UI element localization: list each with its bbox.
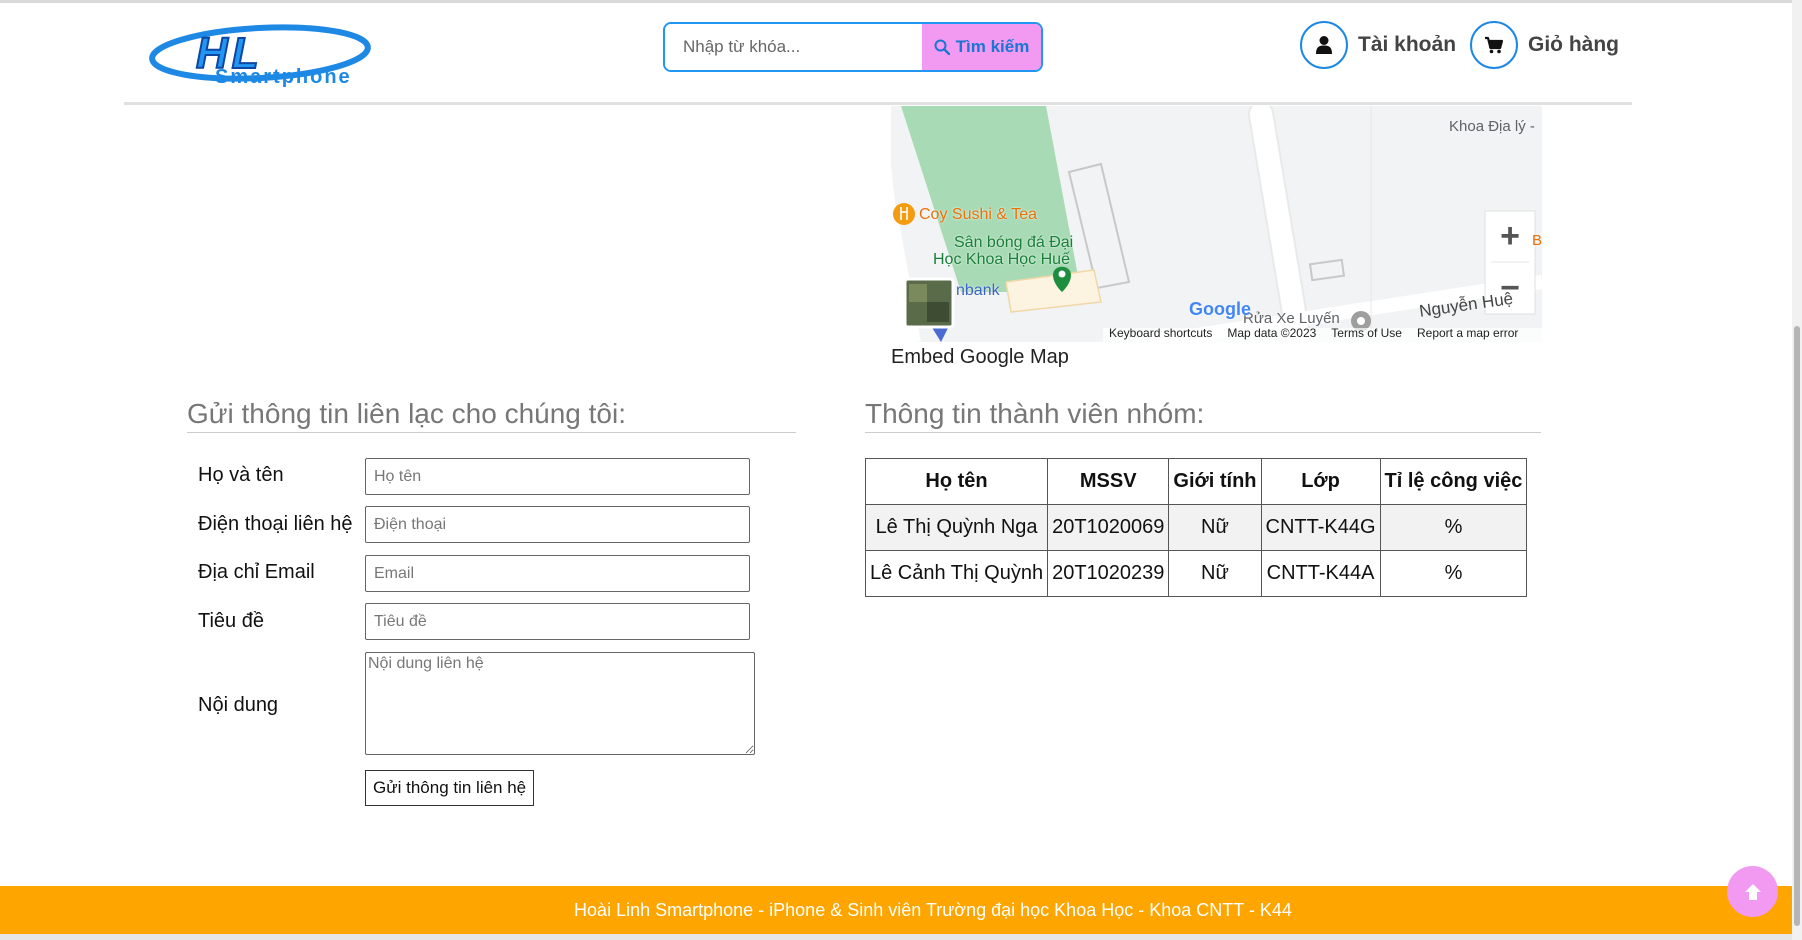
- user-icon: [1316, 36, 1332, 54]
- report-map-error-link[interactable]: Report a map error: [1417, 326, 1518, 340]
- account-link[interactable]: Tài khoản: [1300, 21, 1456, 69]
- scrollbar-thumb[interactable]: [1794, 326, 1800, 926]
- account-icon-circle: [1300, 21, 1348, 69]
- google-logo[interactable]: Google: [1189, 299, 1251, 320]
- plus-icon: +: [1500, 216, 1520, 255]
- table-header-row: Họ tên MSSV Giới tính Lớp Tỉ lệ công việ…: [864, 458, 1528, 505]
- map-label-nbank[interactable]: nbank: [956, 282, 1000, 300]
- account-label: Tài khoản: [1358, 33, 1457, 56]
- email-label: Địa chỉ Email: [198, 561, 315, 583]
- members-table: Họ tên MSSV Giới tính Lớp Tỉ lệ công việ…: [864, 458, 1528, 597]
- subject-field[interactable]: [365, 603, 750, 640]
- name-field[interactable]: [365, 458, 750, 495]
- map-label-san-bong-2[interactable]: Học Khoa Học Huế: [933, 251, 1070, 269]
- search-button-label: Tìm kiếm: [955, 37, 1030, 56]
- subject-label: Tiêu đề: [198, 610, 264, 632]
- logo-subtext: Smartphone: [215, 66, 352, 88]
- name-label: Họ và tên: [198, 464, 284, 486]
- cell-mssv: 20T1020239: [1047, 550, 1170, 597]
- zoom-in-button[interactable]: +: [1485, 211, 1535, 261]
- cell-gender: Nữ: [1168, 504, 1262, 551]
- table-row: Lê Cảnh Thị Quỳnh 20T1020239 Nữ CNTT-K44…: [864, 550, 1528, 597]
- contact-title: Gửi thông tin liên lạc cho chúng tôi:: [187, 398, 627, 429]
- search-input[interactable]: [665, 24, 922, 70]
- col-header-name: Họ tên: [864, 458, 1049, 505]
- contact-title-divider: [187, 432, 796, 433]
- message-textarea[interactable]: [365, 652, 755, 755]
- map-caption: Embed Google Map: [891, 346, 1069, 368]
- col-header-gender: Giới tính: [1168, 458, 1262, 505]
- minus-icon: −: [1500, 268, 1520, 307]
- submit-contact-button[interactable]: Gửi thông tin liên hệ: [365, 770, 535, 806]
- col-header-class: Lớp: [1260, 458, 1381, 505]
- zoom-out-button[interactable]: −: [1485, 263, 1535, 313]
- map-label-rua-xe[interactable]: Rửa Xe Luyến: [1243, 310, 1340, 327]
- col-header-mssv: MSSV: [1047, 458, 1170, 505]
- restaurant-pin-icon: [893, 203, 915, 225]
- google-map[interactable]: . Khoa Địa lý - Coy Sushi & Tea Sân bóng…: [891, 106, 1542, 342]
- col-header-workload: Tỉ lệ công việc: [1379, 458, 1528, 505]
- phone-label: Điện thoại liên hệ: [198, 513, 353, 535]
- email-field[interactable]: [365, 555, 750, 592]
- map-label-khoa-dia-ly: Khoa Địa lý -: [1449, 118, 1535, 135]
- cell-class: CNTT-K44A: [1260, 550, 1381, 597]
- site-footer: Hoài Linh Smartphone - iPhone & Sinh viê…: [0, 886, 1802, 934]
- cell-workload: %: [1379, 550, 1528, 597]
- map-label-coy-sushi[interactable]: Coy Sushi & Tea: [919, 206, 1037, 224]
- table-row: Lê Thị Quỳnh Nga 20T1020069 Nữ CNTT-K44G…: [864, 504, 1528, 551]
- page: HL Smartphone Tìm kiếm Tài khoản: [0, 0, 1802, 940]
- cart-icon-circle: [1470, 21, 1518, 69]
- arrow-up-icon: [1744, 883, 1761, 900]
- header-divider: [124, 102, 1632, 105]
- search-icon: [934, 39, 950, 55]
- footer-text: Hoài Linh Smartphone - iPhone & Sinh viê…: [574, 899, 1292, 920]
- members-title-divider: [865, 432, 1541, 433]
- cart-icon: [1485, 36, 1504, 54]
- cart-link[interactable]: Giỏ hàng: [1470, 21, 1619, 69]
- site-logo[interactable]: HL Smartphone: [148, 22, 410, 92]
- cell-name: Lê Thị Quỳnh Nga: [864, 504, 1049, 551]
- cart-label: Giỏ hàng: [1528, 33, 1619, 56]
- keyboard-shortcuts-link[interactable]: Keyboard shortcuts: [1109, 326, 1212, 340]
- cell-gender: Nữ: [1168, 550, 1262, 597]
- message-label: Nội dung: [198, 694, 279, 716]
- map-attribution: Keyboard shortcuts Map data ©2023 Terms …: [1109, 326, 1518, 340]
- members-title: Thông tin thành viên nhóm:: [865, 398, 1205, 429]
- terms-of-use-link[interactable]: Terms of Use: [1331, 326, 1402, 340]
- map-label-san-bong-1[interactable]: Sân bóng đá Đại: [954, 234, 1073, 252]
- cell-workload: %: [1379, 504, 1528, 551]
- search-button[interactable]: Tìm kiếm: [922, 24, 1041, 70]
- search-bar: Tìm kiếm: [663, 22, 1043, 72]
- cell-name: Lê Cảnh Thị Quỳnh: [864, 550, 1049, 597]
- top-border: [0, 0, 1802, 3]
- scroll-to-top-button[interactable]: [1727, 866, 1778, 917]
- bottom-border: [0, 934, 1802, 940]
- map-data-text: Map data ©2023: [1227, 326, 1317, 340]
- phone-field[interactable]: [365, 506, 750, 543]
- cell-class: CNTT-K44G: [1260, 504, 1381, 551]
- cell-mssv: 20T1020069: [1047, 504, 1170, 551]
